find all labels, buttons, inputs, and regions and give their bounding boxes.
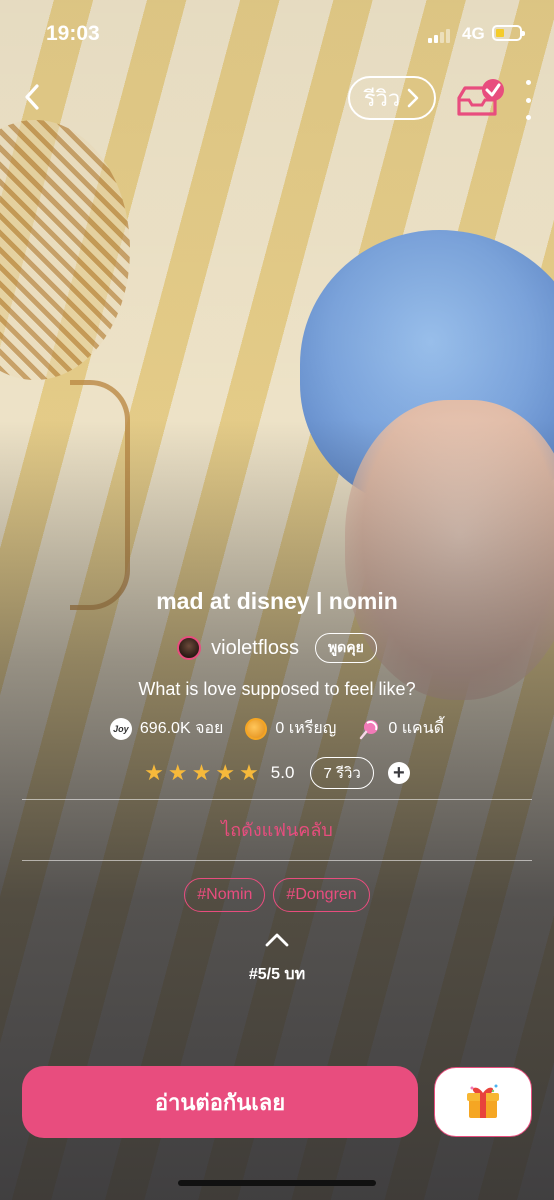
rating-row: ★ ★ ★ ★ ★ 5.0 7 รีวิว +: [0, 757, 554, 789]
chapter-count: #5/5 บท: [248, 966, 306, 983]
joy-icon: Joy: [109, 717, 132, 740]
fanclub-link[interactable]: ไถดังแฟนคลับ: [0, 815, 554, 844]
stats-row: Joy 696.0K จอย 0 เหรียญ 0 แคนดี้: [0, 716, 554, 741]
top-nav: รีวิว: [0, 72, 554, 126]
star-icon: ★: [144, 760, 164, 785]
coin-count: 0 เหรียญ: [275, 720, 337, 737]
chat-button[interactable]: พูดคุย: [314, 633, 377, 663]
star-icon: ★: [239, 760, 259, 785]
joy-count: 696.0K จอย: [139, 720, 224, 737]
back-button[interactable]: [20, 82, 46, 112]
continue-reading-label: อ่านต่อกันเลย: [154, 1089, 286, 1115]
status-bar: 19:03 4G: [0, 0, 554, 64]
novel-detail-screen: 19:03 4G รีวิว mad at disney | nomin vio…: [0, 0, 554, 1200]
novel-info: mad at disney | nomin violetfloss พูดคุย…: [0, 580, 554, 789]
tag-list: #Nomin #Dongren: [0, 878, 554, 912]
tag-chip[interactable]: #Nomin: [184, 878, 266, 912]
author-row: violetfloss พูดคุย: [0, 633, 554, 663]
reviews-count-button[interactable]: 7 รีวิว: [310, 757, 374, 789]
home-indicator: [178, 1180, 376, 1186]
more-dot-icon: [525, 97, 531, 103]
star-icon: ★: [191, 760, 212, 785]
chevron-right-icon: [407, 88, 419, 108]
gift-button[interactable]: [434, 1067, 532, 1137]
network-type: 4G: [462, 24, 485, 43]
candy-count: 0 แคนดี้: [388, 720, 445, 737]
battery-icon: [492, 25, 525, 41]
novel-tagline: What is love supposed to feel like?: [138, 679, 416, 699]
status-time: 19:03: [46, 22, 100, 45]
author-avatar[interactable]: [177, 636, 202, 660]
coin-icon: [245, 717, 268, 740]
more-dot-icon: [525, 80, 531, 85]
add-review-button[interactable]: +: [387, 762, 410, 784]
chevron-left-icon: [25, 84, 39, 110]
shelf-check-icon: [457, 79, 504, 116]
novel-title: mad at disney | nomin: [156, 588, 398, 614]
tag-chip[interactable]: #Dongren: [273, 878, 370, 912]
expand-button[interactable]: [264, 930, 290, 950]
review-button[interactable]: รีวิว: [348, 76, 436, 120]
star-icon: ★: [215, 760, 236, 785]
more-options-button[interactable]: [518, 80, 538, 120]
more-dot-icon: [525, 115, 531, 120]
divider: [22, 860, 532, 861]
divider: [22, 799, 532, 800]
chevron-up-icon: [265, 933, 289, 947]
star-icon: ★: [167, 760, 188, 785]
candy-icon: [358, 718, 380, 740]
add-to-shelf-button[interactable]: [455, 78, 505, 122]
author-name[interactable]: violetfloss: [211, 637, 299, 660]
continue-reading-button[interactable]: อ่านต่อกันเลย: [22, 1066, 418, 1138]
review-button-label: รีวิว: [363, 85, 401, 111]
rating-value: 5.0: [270, 763, 295, 782]
gift-icon: [467, 1084, 499, 1118]
signal-icon: [428, 27, 450, 43]
